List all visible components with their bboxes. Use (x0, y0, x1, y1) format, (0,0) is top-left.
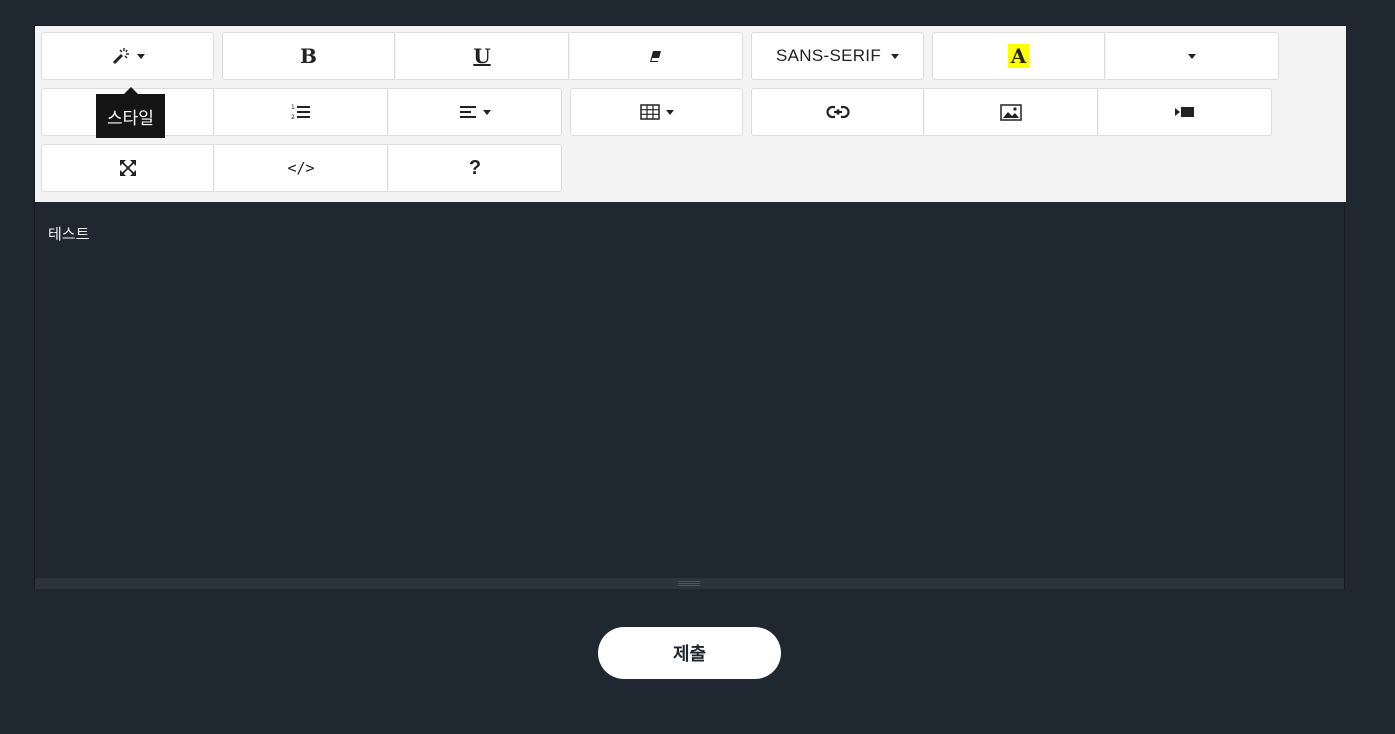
code-icon: </> (287, 159, 315, 177)
table-dropdown-button[interactable] (570, 88, 743, 136)
ordered-list-icon: 1 2 (291, 103, 311, 121)
submit-button[interactable]: 제출 (598, 627, 781, 679)
resize-grip-line (678, 585, 700, 586)
underline-icon: U (473, 44, 491, 68)
editor-toolbar: B U SANS-SERIF A 1 2 </> ? 스타일 (35, 26, 1346, 202)
highlight-color-button[interactable]: A (932, 32, 1105, 80)
bold-button[interactable]: B (222, 32, 395, 80)
insert-video-button[interactable] (1099, 88, 1272, 136)
fullscreen-button[interactable] (41, 144, 214, 192)
font-family-label: SANS-SERIF (775, 46, 882, 65)
clear-format-button[interactable] (570, 32, 743, 80)
align-left-icon (459, 105, 477, 119)
font-family-dropdown[interactable]: SANS-SERIF (751, 32, 924, 80)
resize-grip-line (678, 583, 700, 584)
help-button[interactable]: ? (389, 144, 562, 192)
style-dropdown-button[interactable] (41, 32, 214, 80)
editor-text: 테스트 (48, 225, 90, 243)
insert-link-button[interactable] (751, 88, 924, 136)
svg-text:2: 2 (291, 114, 295, 121)
paragraph-align-dropdown[interactable] (389, 88, 562, 136)
caret-down-icon (1188, 53, 1196, 59)
svg-text:1: 1 (291, 104, 295, 111)
highlight-letter-icon: A (1007, 44, 1030, 68)
eraser-icon (648, 48, 664, 64)
caret-down-icon (483, 109, 491, 115)
resize-grip-line (678, 581, 700, 582)
underline-button[interactable]: U (396, 32, 569, 80)
bold-icon: B (300, 44, 317, 68)
code-view-button[interactable]: </> (215, 144, 388, 192)
link-icon (825, 105, 850, 119)
video-icon (1174, 106, 1196, 118)
editor-resize-bar[interactable] (35, 578, 1344, 589)
help-icon: ? (468, 156, 482, 179)
style-tooltip: 스타일 (96, 94, 165, 138)
insert-image-button[interactable] (925, 88, 1098, 136)
fullscreen-icon (119, 159, 137, 177)
table-icon (639, 104, 660, 120)
caret-down-icon (136, 53, 145, 59)
image-icon (1000, 103, 1022, 121)
magic-wand-icon (111, 46, 131, 66)
caret-down-icon (665, 109, 674, 115)
color-dropdown-button[interactable] (1106, 32, 1279, 80)
tooltip-arrow (124, 87, 138, 94)
caret-down-icon (891, 53, 900, 59)
rich-text-editor: B U SANS-SERIF A 1 2 </> ? 스타일 테스트 (34, 25, 1346, 589)
ordered-list-button[interactable]: 1 2 (215, 88, 388, 136)
editor-content-area[interactable]: 테스트 (35, 202, 1346, 578)
